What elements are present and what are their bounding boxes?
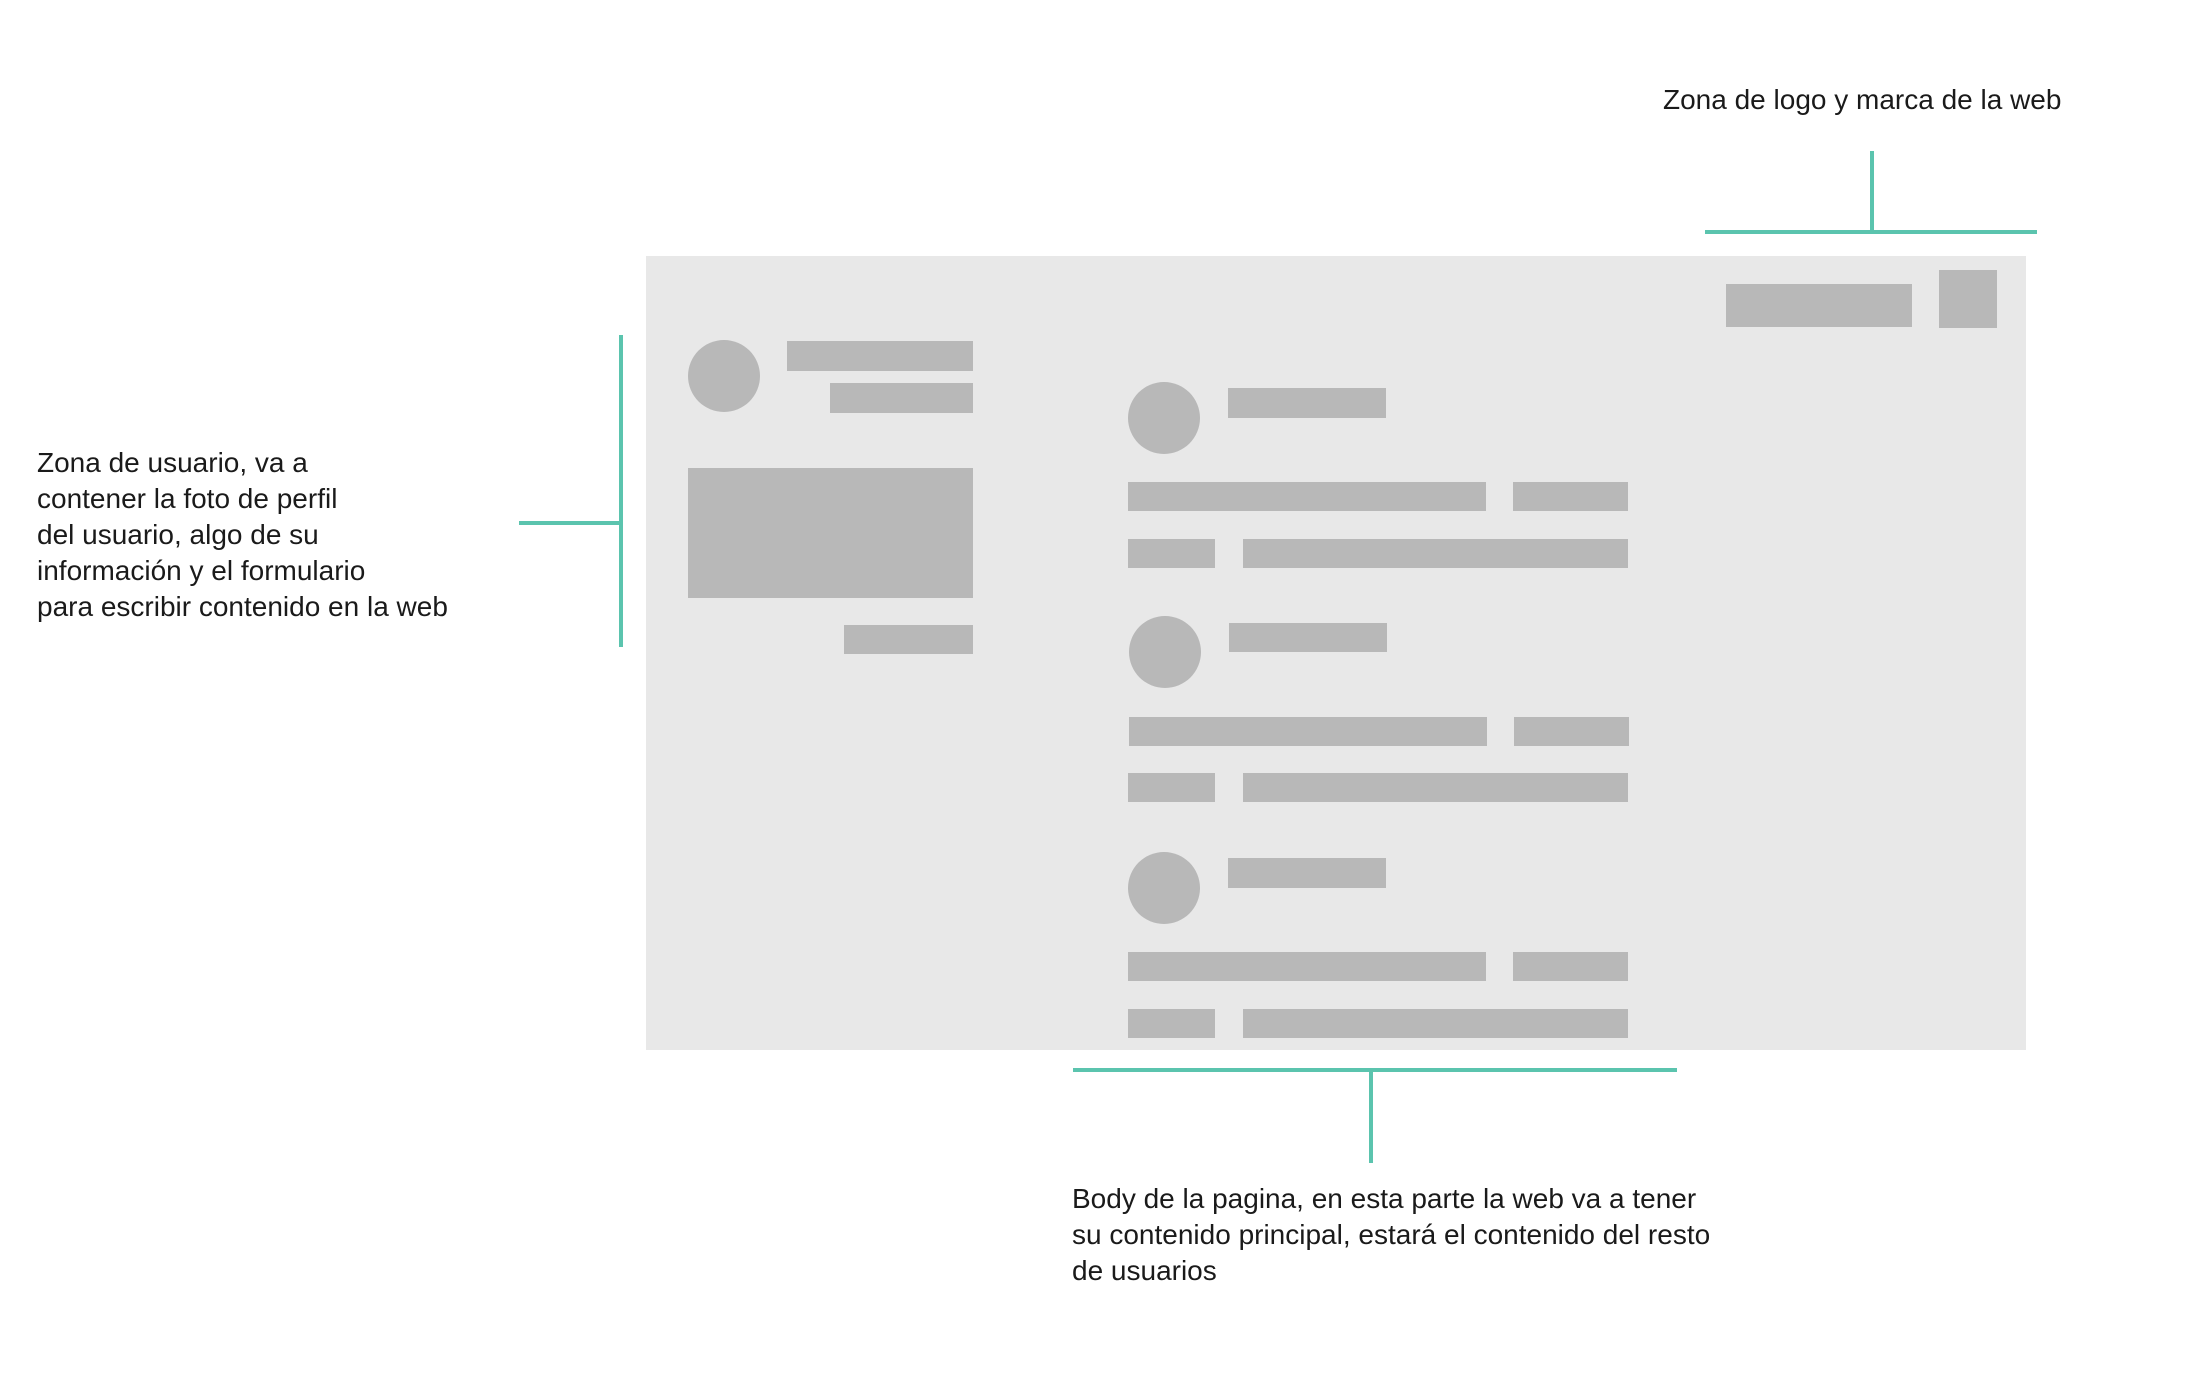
user-callout-bracket	[619, 335, 623, 647]
user-zone-annotation: Zona de usuario, va a contener la foto d…	[37, 445, 448, 625]
post-text-placeholder	[1513, 482, 1628, 511]
user-avatar	[688, 340, 760, 412]
post-avatar	[1128, 852, 1200, 924]
annotation-line: Zona de logo y marca de la web	[1663, 84, 2062, 115]
body-zone-annotation: Body de la pagina, en esta parte la web …	[1072, 1181, 1710, 1289]
annotation-line: su contenido principal, estará el conten…	[1072, 1219, 1711, 1250]
logo-zone-annotation: Zona de logo y marca de la web	[1663, 82, 2061, 118]
post-author-placeholder	[1228, 388, 1386, 418]
post-text-placeholder	[1514, 717, 1629, 746]
logo-callout-stem	[1870, 151, 1874, 233]
annotation-line: contener la foto de perfil	[37, 483, 338, 514]
user-info-placeholder	[830, 383, 973, 413]
annotation-line: Body de la pagina, en esta parte la web …	[1072, 1183, 1697, 1214]
post-text-placeholder	[1243, 1009, 1628, 1038]
body-callout-stem	[1369, 1070, 1373, 1163]
annotation-line: de usuarios	[1072, 1255, 1217, 1286]
compose-textarea-placeholder	[688, 468, 973, 598]
post-text-placeholder	[1129, 717, 1487, 746]
post-text-placeholder	[1128, 482, 1486, 511]
submit-button-placeholder	[844, 625, 973, 654]
post-text-placeholder	[1128, 952, 1486, 981]
annotation-line: Zona de usuario, va a	[37, 447, 308, 478]
post-text-placeholder	[1513, 952, 1628, 981]
post-text-placeholder	[1128, 1009, 1215, 1038]
user-name-placeholder	[787, 341, 973, 371]
post-text-placeholder	[1128, 773, 1215, 802]
post-text-placeholder	[1243, 773, 1628, 802]
logo-placeholder	[1726, 284, 1912, 327]
annotation-line: para escribir contenido en la web	[37, 591, 448, 622]
brand-icon-placeholder	[1939, 270, 1997, 328]
annotation-line: del usuario, algo de su	[37, 519, 319, 550]
post-avatar	[1129, 616, 1201, 688]
post-text-placeholder	[1243, 539, 1628, 568]
post-author-placeholder	[1228, 858, 1386, 888]
user-callout-stem	[519, 521, 621, 525]
post-text-placeholder	[1128, 539, 1215, 568]
annotation-line: información y el formulario	[37, 555, 366, 586]
post-author-placeholder	[1229, 623, 1387, 652]
body-callout-bracket	[1073, 1068, 1677, 1072]
logo-callout-bracket	[1705, 230, 2037, 234]
wireframe-page	[646, 256, 2026, 1050]
post-avatar	[1128, 382, 1200, 454]
